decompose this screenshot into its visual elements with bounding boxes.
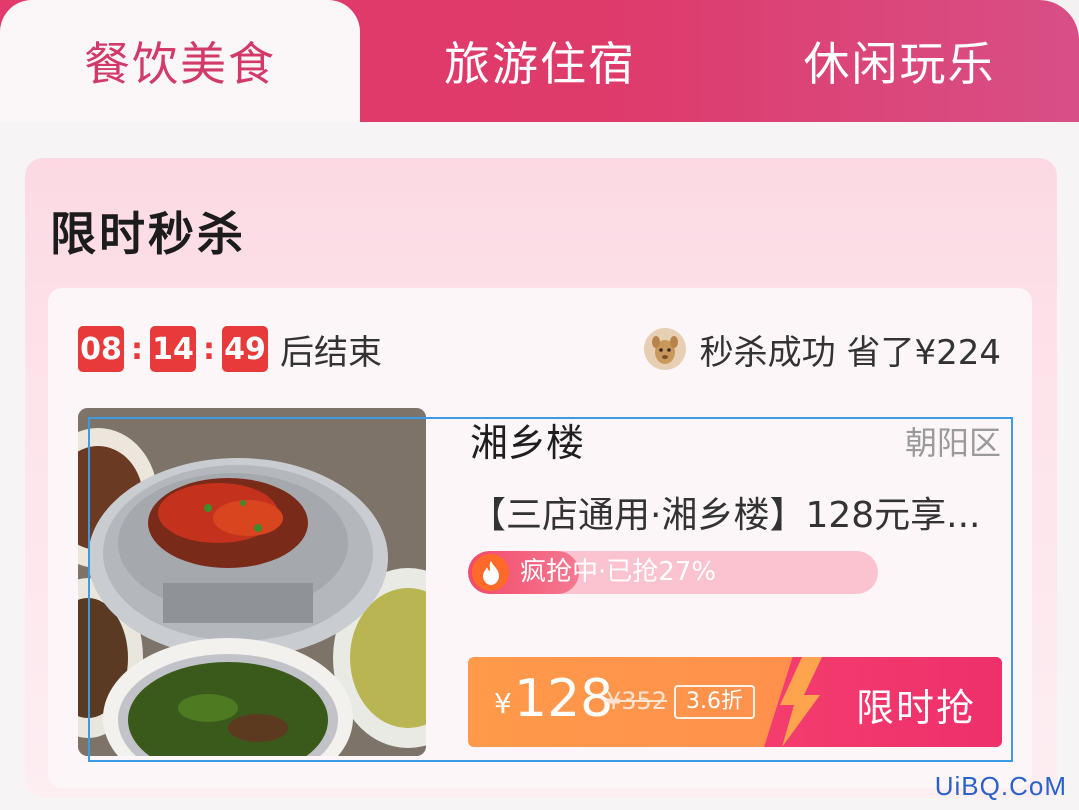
current-price: 128 — [514, 669, 614, 729]
avatar — [643, 328, 686, 370]
watermark: UiBQ.CoM — [934, 771, 1067, 801]
tab-travel[interactable]: 旅游住宿 — [360, 0, 720, 122]
district-label: 朝阳区 — [904, 424, 1001, 462]
section-title: 限时秒杀 — [50, 207, 246, 261]
price-bar[interactable]: ¥ 128 ¥352 3.6折 限时抢 — [468, 657, 1002, 747]
price-currency: ¥ — [494, 687, 512, 720]
tab-leisure[interactable]: 休闲玩乐 — [720, 0, 1079, 122]
countdown-minutes: 14 — [150, 326, 196, 372]
progress-text: 疯抢中·已抢27% — [520, 557, 717, 587]
original-price: ¥352 — [606, 687, 668, 715]
countdown-separator: : — [203, 331, 215, 367]
flash-buy-button[interactable]: 限时抢 — [764, 657, 1002, 747]
tab-food[interactable]: 餐饮美食 — [0, 0, 360, 122]
fire-icon — [472, 554, 509, 591]
success-text: 秒杀成功 省了¥224 — [699, 332, 1001, 373]
lightning-icon — [774, 657, 824, 747]
countdown-separator: : — [131, 331, 143, 367]
success-note: 秒杀成功 省了¥224 — [643, 326, 1001, 373]
shop-name: 湘乡楼 — [470, 421, 585, 465]
countdown-suffix: 后结束 — [280, 332, 382, 373]
countdown-timer: 08 : 14 : 49 后结束 — [78, 326, 382, 373]
discount-badge: 3.6折 — [674, 685, 755, 719]
countdown-seconds: 49 — [222, 326, 268, 372]
sales-progress-bar: 疯抢中·已抢27% — [468, 551, 878, 594]
product-image[interactable] — [78, 408, 426, 756]
deal-title: 【三店通用·湘乡楼】128元享... — [470, 495, 981, 536]
flash-buy-label: 限时抢 — [856, 686, 977, 730]
countdown-hours: 08 — [78, 326, 124, 372]
